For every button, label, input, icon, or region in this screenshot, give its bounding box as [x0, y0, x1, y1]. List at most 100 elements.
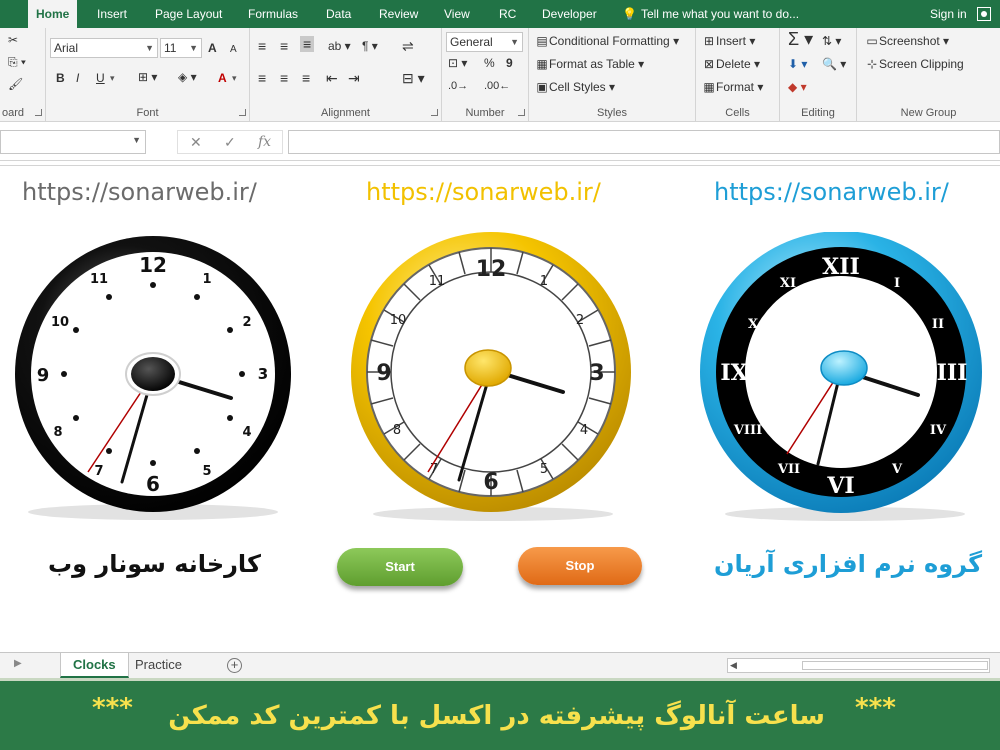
clock-number: 12: [476, 257, 507, 282]
clock-number: 4: [580, 423, 588, 438]
wrap-text-icon[interactable]: ⇌: [402, 38, 414, 54]
fill-color-icon[interactable]: ◈ ▾: [178, 69, 197, 85]
percent-button[interactable]: %: [484, 55, 495, 71]
bold-button[interactable]: B: [56, 70, 65, 86]
clock-number: XII: [822, 254, 860, 280]
url-right: https://sonarweb.ir/: [714, 178, 949, 206]
align-left-icon[interactable]: ≡: [258, 70, 266, 86]
format-as-table-label: Format as Table: [549, 57, 635, 71]
delete-cells-button[interactable]: ⊠ Delete ▾: [702, 56, 760, 72]
font-group-label: Font: [136, 107, 159, 119]
insert-cells-button[interactable]: ⊞ Insert ▾: [702, 33, 755, 49]
sort-filter-icon[interactable]: ⇅ ▾: [822, 33, 841, 49]
increase-indent-icon[interactable]: ⇥: [348, 70, 360, 86]
autosum-icon[interactable]: Σ ▾: [788, 30, 813, 48]
tab-review[interactable]: Review: [379, 0, 418, 28]
clock-number: 2: [242, 315, 251, 330]
start-button[interactable]: Start: [337, 548, 463, 586]
font-launcher-icon[interactable]: [239, 109, 246, 116]
decrease-decimal-icon[interactable]: .00←: [484, 78, 510, 94]
comma-style-button[interactable]: 9: [506, 55, 513, 71]
scroll-left-icon[interactable]: ◀: [730, 660, 737, 671]
styles-group: ▤Conditional Formatting ▾ ▦Format as Tab…: [529, 28, 696, 122]
clock-number: 12: [139, 253, 167, 277]
tab-formulas[interactable]: Formulas: [248, 0, 298, 28]
copy-icon[interactable]: ⎘ ▾: [8, 54, 26, 70]
tell-me-search[interactable]: 💡 Tell me what you want to do...: [622, 0, 799, 28]
clock-number: 5: [202, 464, 211, 479]
tab-page-layout[interactable]: Page Layout: [155, 0, 222, 28]
clock-number: 9: [37, 365, 50, 386]
format-cells-button[interactable]: ▦Format ▾: [702, 79, 763, 95]
number-format-select[interactable]: General ▼: [446, 32, 523, 52]
sheet-tab-practice[interactable]: Practice: [123, 653, 194, 678]
top-align-icon[interactable]: ≡: [258, 38, 266, 54]
decrease-indent-icon[interactable]: ⇤: [326, 70, 338, 86]
number-launcher-icon[interactable]: [518, 109, 525, 116]
grow-font-button[interactable]: A: [208, 40, 217, 56]
font-color-button[interactable]: A: [218, 70, 227, 86]
clock-number: 3: [589, 361, 604, 386]
tab-data[interactable]: Data: [326, 0, 351, 28]
merge-center-icon[interactable]: ⊟ ▾: [402, 70, 425, 86]
tab-rc[interactable]: RC: [499, 0, 516, 28]
format-painter-icon[interactable]: 🖌: [8, 76, 23, 92]
clock-number: VII: [777, 462, 800, 477]
cut-icon[interactable]: ✂: [8, 32, 18, 48]
tab-developer[interactable]: Developer: [542, 0, 597, 28]
screenshot-button[interactable]: ▭Screenshot ▾: [865, 33, 949, 49]
underline-dropdown-icon[interactable]: ▾: [110, 70, 115, 86]
tab-scroll-right-icon[interactable]: ▶: [14, 658, 22, 669]
table-icon: ▦: [536, 57, 548, 71]
cell-styles-button[interactable]: ▣Cell Styles ▾: [535, 79, 615, 95]
tab-insert[interactable]: Insert: [97, 0, 127, 28]
format-as-table-button[interactable]: ▦Format as Table ▾: [535, 56, 644, 72]
tab-home[interactable]: Home: [28, 0, 78, 29]
screen-clipping-button[interactable]: ⊹ Screen Clipping: [865, 56, 964, 72]
clock-number: 8: [393, 423, 401, 438]
horizontal-scrollbar[interactable]: ◀: [727, 658, 990, 673]
sign-in-link[interactable]: Sign in: [930, 0, 967, 28]
chevron-down-icon: ▼: [145, 43, 154, 53]
enter-icon[interactable]: ✓: [224, 134, 236, 151]
align-right-icon[interactable]: ≡: [302, 70, 310, 86]
orientation-icon[interactable]: ab ▾: [328, 38, 351, 54]
borders-icon[interactable]: ⊞ ▾: [138, 69, 157, 85]
share-icon[interactable]: [977, 7, 991, 21]
add-sheet-icon[interactable]: +: [227, 658, 242, 673]
clock-number: 11: [429, 274, 446, 289]
middle-align-icon[interactable]: ≡: [280, 38, 288, 54]
clock-number: III: [937, 360, 968, 386]
italic-button[interactable]: I: [76, 70, 79, 86]
formula-input[interactable]: [288, 130, 1000, 154]
underline-button[interactable]: U: [96, 70, 105, 86]
alignment-launcher-icon[interactable]: [431, 109, 438, 116]
banner-title: ساعت آنالوگ پیشرفته در اکسل با کمترین کد…: [168, 701, 825, 731]
align-center-icon[interactable]: ≡: [280, 70, 288, 86]
find-select-icon[interactable]: 🔍 ▾: [822, 56, 846, 72]
stop-button[interactable]: Stop: [518, 547, 642, 585]
clipboard-launcher-icon[interactable]: [35, 109, 42, 116]
accounting-format-icon[interactable]: ⊡ ▾: [448, 55, 467, 71]
fill-icon[interactable]: ⬇ ▾: [788, 56, 807, 72]
font-color-dropdown-icon[interactable]: ▾: [232, 70, 237, 86]
font-size-value: 11: [164, 41, 177, 55]
increase-decimal-icon[interactable]: .0→: [448, 78, 468, 94]
new-group-label: New Group: [900, 107, 957, 119]
tab-view[interactable]: View: [444, 0, 470, 28]
font-name-select[interactable]: Arial ▼: [50, 38, 158, 58]
rtl-direction-icon[interactable]: ¶ ▾: [362, 38, 378, 54]
cancel-icon[interactable]: ✕: [190, 134, 202, 151]
clear-icon[interactable]: ◆ ▾: [788, 79, 807, 95]
conditional-formatting-icon: ▤: [536, 34, 548, 48]
clock-number: I: [894, 276, 900, 291]
name-box[interactable]: ▼: [0, 130, 146, 154]
clock-number: 6: [483, 470, 498, 495]
conditional-formatting-button[interactable]: ▤Conditional Formatting ▾: [535, 33, 679, 49]
insert-function-icon[interactable]: fx: [258, 134, 271, 150]
shrink-font-button[interactable]: A: [230, 42, 237, 58]
scrollbar-thumb[interactable]: [802, 661, 988, 670]
bottom-align-icon[interactable]: ≡: [300, 36, 315, 52]
font-size-select[interactable]: 11 ▼: [160, 38, 202, 58]
sheet-tab-clocks[interactable]: Clocks: [60, 653, 129, 678]
